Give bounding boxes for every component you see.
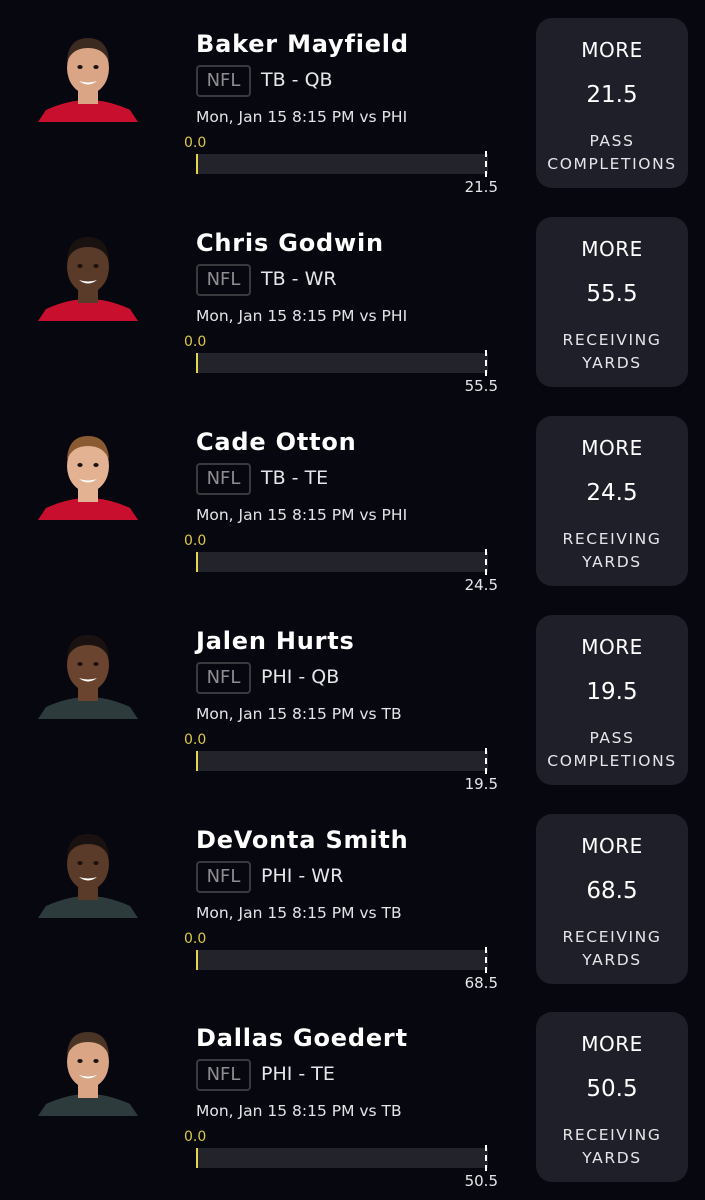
player-headshot	[38, 822, 138, 918]
progress-target-marker	[485, 350, 487, 376]
projection-line: 21.5	[586, 82, 638, 108]
player-name: Baker Mayfield	[196, 30, 409, 58]
player-name: Dallas Goedert	[196, 1024, 408, 1052]
projection-direction: MORE	[581, 436, 643, 460]
progress-current-marker	[196, 950, 198, 970]
game-time: Mon, Jan 15 8:15 PM vs TB	[196, 904, 402, 922]
progress-current-marker	[196, 154, 198, 174]
projection-card[interactable]: MORE 55.5 RECEIVING YARDS	[536, 217, 688, 387]
game-time: Mon, Jan 15 8:15 PM vs PHI	[196, 506, 408, 524]
progress-target-marker	[485, 1145, 487, 1171]
league-badge: NFL	[196, 861, 251, 893]
progress-target-label: 24.5	[464, 576, 498, 594]
projection-stat: PASS COMPLETIONS	[547, 132, 677, 173]
pick-row[interactable]: Chris Godwin NFL TB - WR Mon, Jan 15 8:1…	[0, 199, 705, 398]
projection-line: 55.5	[586, 281, 638, 307]
projection-card[interactable]: MORE 24.5 RECEIVING YARDS	[536, 416, 688, 586]
projection-card[interactable]: MORE 21.5 PASS COMPLETIONS	[536, 18, 688, 188]
progress-current-label: 0.0	[184, 1129, 207, 1145]
team-position: PHI - WR	[261, 865, 344, 887]
progress-track	[196, 950, 488, 970]
progress-target-label: 68.5	[464, 974, 498, 992]
progress-target-marker	[485, 748, 487, 774]
projection-stat: RECEIVING YARDS	[562, 331, 662, 372]
progress-target-label: 19.5	[464, 775, 498, 793]
progress-target-label: 21.5	[464, 178, 498, 196]
league-badge: NFL	[196, 264, 251, 296]
projection-direction: MORE	[581, 635, 643, 659]
progress-track	[196, 1148, 488, 1168]
progress-current-marker	[196, 751, 198, 771]
projection-stat: RECEIVING YARDS	[562, 928, 662, 969]
projection-direction: MORE	[581, 38, 643, 62]
progress-current-label: 0.0	[184, 533, 207, 549]
projection-line: 24.5	[586, 480, 638, 506]
team-position: PHI - QB	[261, 666, 340, 688]
progress-target-marker	[485, 947, 487, 973]
projection-direction: MORE	[581, 834, 643, 858]
progress-current-label: 0.0	[184, 931, 207, 947]
team-position: PHI - TE	[261, 1063, 335, 1085]
progress-target-label: 55.5	[464, 377, 498, 395]
progress-track	[196, 154, 488, 174]
progress-current-label: 0.0	[184, 334, 207, 350]
progress-current-marker	[196, 353, 198, 373]
game-time: Mon, Jan 15 8:15 PM vs PHI	[196, 307, 408, 325]
projection-card[interactable]: MORE 50.5 RECEIVING YARDS	[536, 1012, 688, 1182]
progress-track	[196, 751, 488, 771]
pick-row[interactable]: DeVonta Smith NFL PHI - WR Mon, Jan 15 8…	[0, 796, 705, 995]
player-headshot	[38, 424, 138, 520]
player-name: Jalen Hurts	[196, 627, 355, 655]
league-badge: NFL	[196, 662, 251, 694]
player-headshot	[38, 225, 138, 321]
player-name: DeVonta Smith	[196, 826, 409, 854]
pick-row[interactable]: Cade Otton NFL TB - TE Mon, Jan 15 8:15 …	[0, 398, 705, 597]
progress-target-label: 50.5	[464, 1172, 498, 1190]
progress-target-marker	[485, 549, 487, 575]
league-badge: NFL	[196, 65, 251, 97]
player-name: Cade Otton	[196, 428, 357, 456]
player-headshot	[38, 623, 138, 719]
progress-track	[196, 552, 488, 572]
progress-current-label: 0.0	[184, 732, 207, 748]
projection-line: 68.5	[586, 878, 638, 904]
progress-track	[196, 353, 488, 373]
projection-direction: MORE	[581, 237, 643, 261]
pick-row[interactable]: Baker Mayfield NFL TB - QB Mon, Jan 15 8…	[0, 0, 705, 199]
game-time: Mon, Jan 15 8:15 PM vs TB	[196, 1102, 402, 1120]
projection-direction: MORE	[581, 1032, 643, 1056]
projection-line: 19.5	[586, 679, 638, 705]
progress-current-label: 0.0	[184, 135, 207, 151]
progress-current-marker	[196, 552, 198, 572]
projection-line: 50.5	[586, 1076, 638, 1102]
projection-stat: RECEIVING YARDS	[562, 1126, 662, 1167]
team-position: TB - TE	[261, 467, 329, 489]
player-headshot	[38, 1020, 138, 1116]
league-badge: NFL	[196, 463, 251, 495]
projection-stat: PASS COMPLETIONS	[547, 729, 677, 770]
team-position: TB - QB	[261, 69, 333, 91]
projection-card[interactable]: MORE 19.5 PASS COMPLETIONS	[536, 615, 688, 785]
game-time: Mon, Jan 15 8:15 PM vs TB	[196, 705, 402, 723]
team-position: TB - WR	[261, 268, 337, 290]
game-time: Mon, Jan 15 8:15 PM vs PHI	[196, 108, 408, 126]
projection-stat: RECEIVING YARDS	[562, 530, 662, 571]
projection-card[interactable]: MORE 68.5 RECEIVING YARDS	[536, 814, 688, 984]
player-name: Chris Godwin	[196, 229, 384, 257]
league-badge: NFL	[196, 1059, 251, 1091]
pick-row[interactable]: Dallas Goedert NFL PHI - TE Mon, Jan 15 …	[0, 994, 705, 1193]
progress-target-marker	[485, 151, 487, 177]
pick-row[interactable]: Jalen Hurts NFL PHI - QB Mon, Jan 15 8:1…	[0, 597, 705, 796]
player-headshot	[38, 26, 138, 122]
progress-current-marker	[196, 1148, 198, 1168]
